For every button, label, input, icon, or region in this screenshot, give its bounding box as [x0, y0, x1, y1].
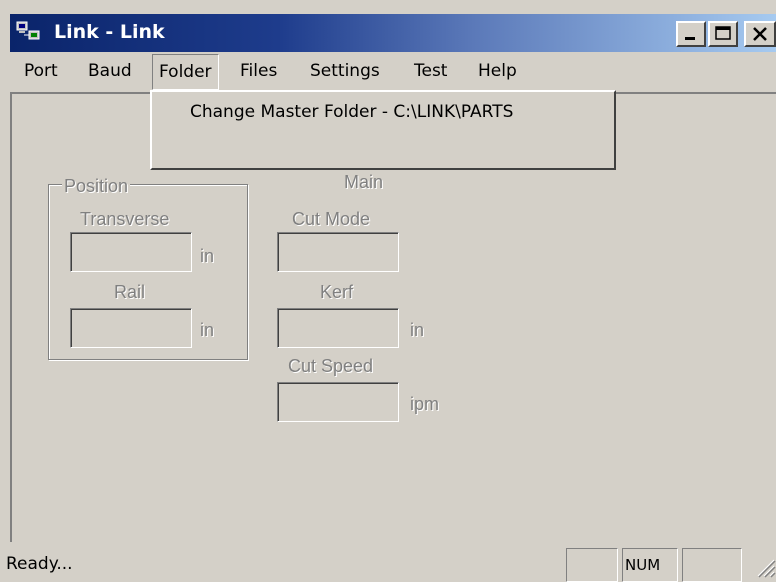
kerf-label: Kerf	[320, 282, 354, 302]
menu-help[interactable]: Help	[472, 54, 523, 88]
title-bar[interactable]: Link - Link	[10, 14, 776, 52]
maximize-icon	[715, 26, 731, 40]
menu-port[interactable]: Port	[18, 54, 64, 88]
status-panel-scroll	[682, 548, 742, 582]
cut-mode-label: Cut Mode	[292, 209, 371, 229]
cut-speed-label: Cut Speed	[288, 356, 374, 376]
window-title: Link - Link	[54, 21, 165, 43]
menu-baud[interactable]: Baud	[82, 54, 138, 88]
change-master-folder-item[interactable]: Change Master Folder - C:\LINK\PARTS	[190, 102, 513, 122]
cut-speed-unit: ipm	[410, 394, 440, 414]
rail-label: Rail	[114, 282, 146, 302]
rail-field[interactable]	[70, 308, 192, 348]
kerf-field[interactable]	[277, 308, 399, 348]
transverse-label: Transverse	[80, 209, 170, 229]
transverse-unit: in	[200, 246, 215, 266]
cut-mode-field[interactable]	[277, 232, 399, 272]
app-window: Link - Link Port Baud Folder Files Setti…	[0, 0, 776, 582]
position-group-caption: Position	[62, 176, 131, 197]
maximize-button[interactable]	[708, 21, 738, 47]
kerf-unit: in	[410, 320, 425, 340]
status-panel-caps	[566, 548, 618, 582]
close-button[interactable]	[744, 21, 776, 47]
main-caption: Main	[344, 172, 384, 192]
status-text: Ready...	[6, 554, 73, 574]
minimize-icon	[685, 37, 695, 40]
transverse-field[interactable]	[70, 232, 192, 272]
status-panel-num: NUM	[622, 548, 678, 582]
menu-files[interactable]: Files	[234, 54, 283, 88]
rail-unit: in	[200, 320, 215, 340]
menu-test[interactable]: Test	[408, 54, 453, 88]
app-network-icon	[16, 21, 40, 40]
close-icon	[753, 27, 767, 41]
resize-grip-icon[interactable]	[754, 556, 776, 578]
folder-dropdown-menu: Change Master Folder - C:\LINK\PARTS	[150, 90, 616, 170]
menu-bar: Port Baud Folder Files Settings Test Hel…	[10, 54, 776, 90]
menu-settings[interactable]: Settings	[304, 54, 386, 88]
status-bar: Ready... NUM	[0, 544, 776, 582]
cut-speed-field[interactable]	[277, 382, 399, 422]
minimize-button[interactable]	[676, 21, 706, 47]
menu-folder[interactable]: Folder	[152, 54, 219, 90]
